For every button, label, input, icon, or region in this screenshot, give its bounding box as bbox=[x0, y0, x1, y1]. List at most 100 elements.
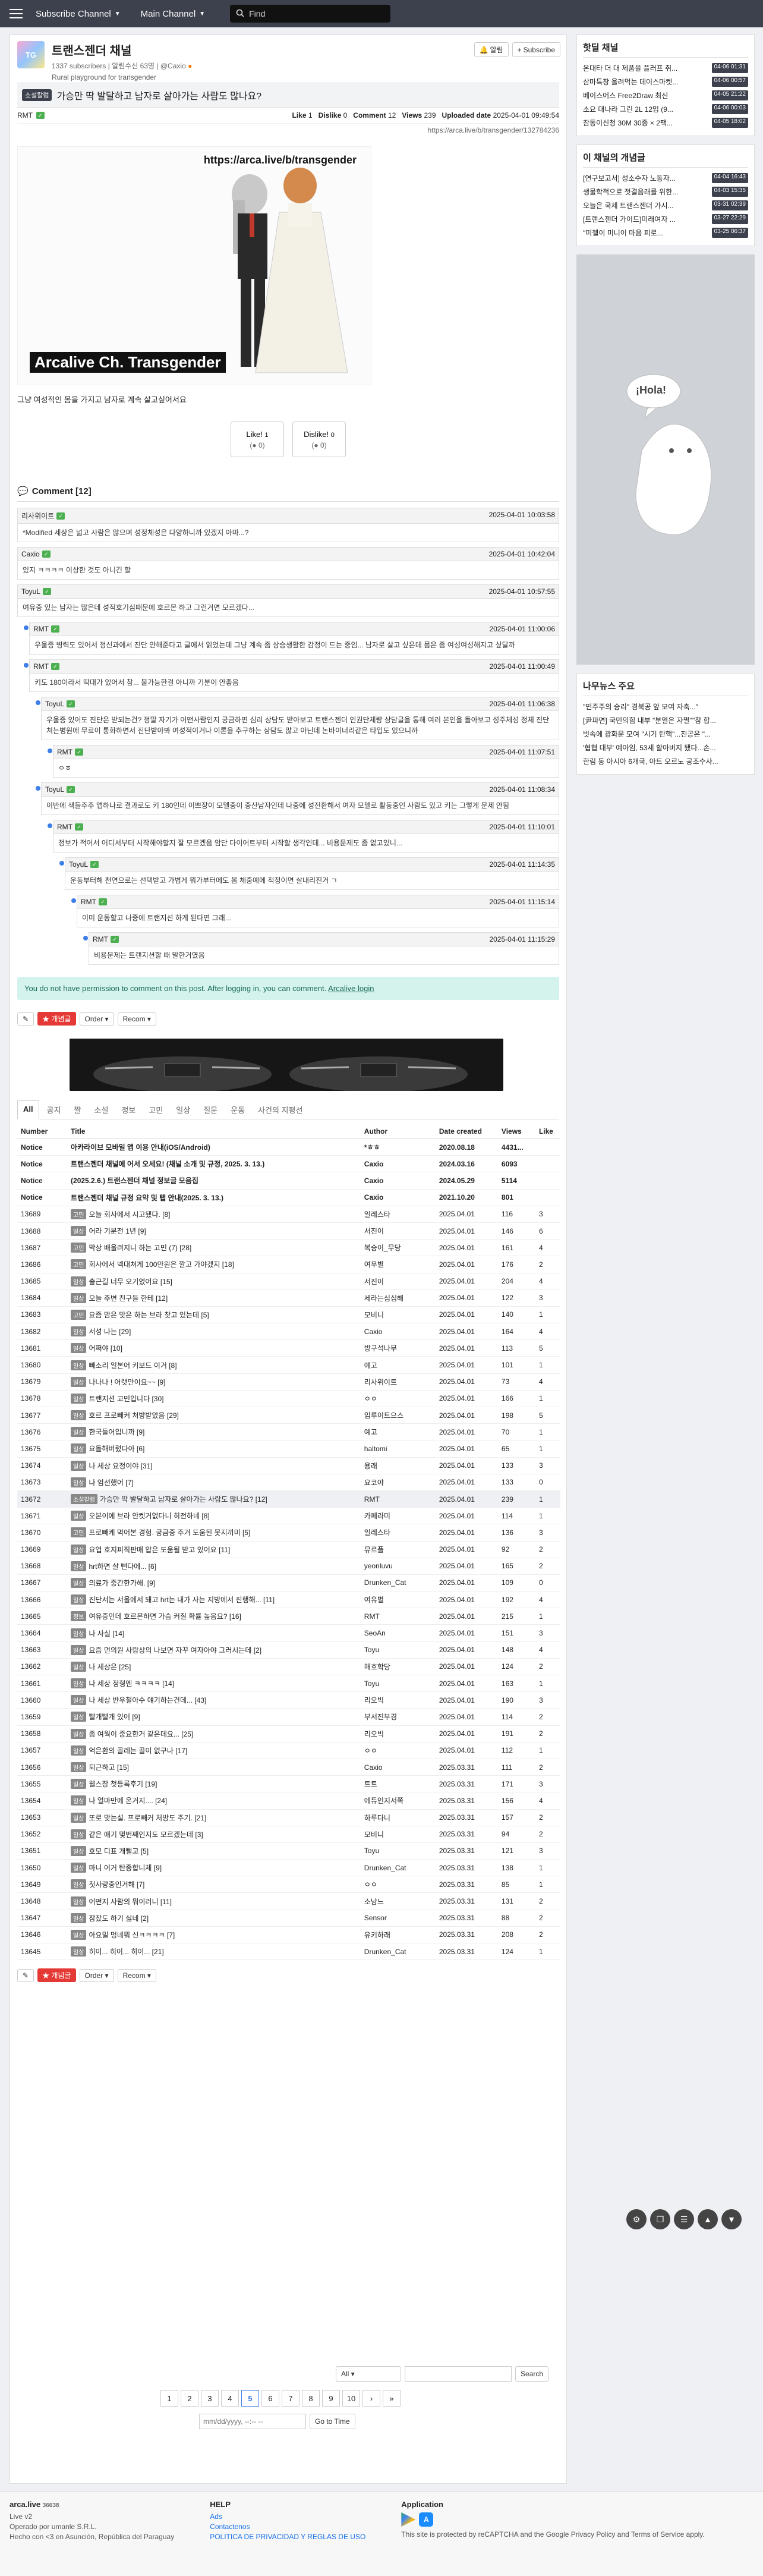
notify-button[interactable]: 🔔 알림 bbox=[474, 42, 509, 57]
like-button[interactable]: Like! 1 (● 0) bbox=[231, 422, 284, 457]
row-category[interactable]: 정보 bbox=[71, 1611, 87, 1622]
tab-2[interactable]: 짤 bbox=[69, 1100, 87, 1119]
row-category[interactable]: 일상 bbox=[71, 1326, 87, 1337]
row-category[interactable]: 일상 bbox=[71, 1360, 87, 1370]
row-title[interactable]: 같은 애기 몇번째인지도 모르겠는데 [3] bbox=[89, 1830, 203, 1839]
row-title[interactable]: 나 엄선했어 [7] bbox=[89, 1479, 133, 1487]
row-category[interactable]: 일상 bbox=[71, 1276, 87, 1287]
row-title[interactable]: 나 얼마만에 온거지.... [24] bbox=[89, 1797, 167, 1805]
order-select[interactable]: Order ▾ bbox=[79, 1012, 114, 1026]
table-row[interactable]: 13676 일상 한국들어입니까 [9] 예고 2025.04.01 70 1 bbox=[17, 1423, 560, 1441]
list-item[interactable]: 베이스어스 Free2Draw 최신 04-05 21:22 bbox=[583, 89, 748, 102]
row-category[interactable]: 일상 bbox=[71, 1913, 87, 1923]
list-icon[interactable]: ☰ bbox=[674, 2209, 694, 2229]
row-category[interactable]: 일상 bbox=[71, 1460, 87, 1471]
row-category[interactable]: 일상 bbox=[71, 1896, 87, 1907]
table-row[interactable]: 13666 일상 진단서는 서울에서 돼고 hrt는 내가 사는 지방에서 진행해.… bbox=[17, 1591, 560, 1609]
list-item[interactable]: 참동이신청 30M 30종 × 2팩... 04-05 18:02 bbox=[583, 116, 748, 130]
row-title[interactable]: 회사에서 넥대쳐게 100만원은 깔고 가야겠지 [18] bbox=[89, 1260, 234, 1269]
row-title[interactable]: 퇴근하고 [15] bbox=[89, 1763, 129, 1772]
row-category[interactable]: 일상 bbox=[71, 1644, 87, 1655]
tab-5[interactable]: 고민 bbox=[143, 1100, 168, 1119]
row-title[interactable]: 오본이에 브라 안켓거없다니 히전하네 [8] bbox=[89, 1512, 209, 1520]
row-title[interactable]: 호르 프로빼커 처방받았음 [29] bbox=[89, 1411, 178, 1420]
row-category[interactable]: 일상 bbox=[71, 1845, 87, 1856]
table-row[interactable]: 13658 일상 좀 여웍이 중요한거 같은데요... [25] 리오빅 2025.04… bbox=[17, 1725, 560, 1743]
table-row[interactable]: 13683 고민 요즘 맘은 맞은 하는 브라 찾고 있는데 [5] 모비니 2025.… bbox=[17, 1306, 560, 1324]
table-row[interactable]: Notice 아카라이브 모바일 앱 이용 안내(iOS/Android) *ㅎㅎ 2… bbox=[17, 1138, 560, 1156]
table-row[interactable]: 13660 일상 나 세상 반우철아수 얘기하는건데... [43] 리오빅 2025.… bbox=[17, 1691, 560, 1709]
row-category[interactable]: 일상 bbox=[71, 1427, 87, 1438]
tab-1[interactable]: 공지 bbox=[42, 1100, 67, 1119]
row-category[interactable]: 고민 bbox=[71, 1309, 87, 1320]
page-9[interactable]: 9 bbox=[322, 2390, 340, 2407]
table-row[interactable]: 13674 일상 나 세상 요정이야 [31] 용래 2025.04.01 133 3 bbox=[17, 1457, 560, 1474]
row-category[interactable]: 고민 bbox=[71, 1209, 87, 1219]
row-title[interactable]: 또로 맞는설. 프로빼커 처방도 주기. [21] bbox=[89, 1814, 206, 1822]
post-author[interactable]: RMT bbox=[17, 111, 33, 119]
list-item[interactable]: 오늘은 국제 트랜스젠더 가시... 03-31 02:39 bbox=[583, 199, 748, 212]
recom-select-bottom[interactable]: Recom ▾ bbox=[117, 1968, 156, 1982]
row-category[interactable]: 일상 bbox=[71, 1292, 87, 1303]
row-title[interactable]: 서성 나는 [29] bbox=[89, 1328, 131, 1336]
row-title[interactable]: 요돌해버렸다아 [6] bbox=[89, 1445, 144, 1453]
row-category[interactable]: 일상 bbox=[71, 1443, 87, 1454]
table-row[interactable]: 13678 일상 트랜지션 고민입니다 [30] ㅇㅇ 2025.04.01 166 1 bbox=[17, 1390, 560, 1408]
list-item[interactable]: 온대타 더 대 제품을 플러프 취... 04-06 01:31 bbox=[583, 61, 748, 75]
dislike-button[interactable]: Dislike! 0 (● 0) bbox=[292, 422, 346, 457]
row-title[interactable]: 오늘 회사에서 시고됐다. [8] bbox=[89, 1210, 170, 1219]
arrow-down-icon[interactable]: ▼ bbox=[721, 2209, 742, 2229]
table-row[interactable]: 13675 일상 요돌해버렸다아 [6] haltomi 2025.04.01 65 1 bbox=[17, 1440, 560, 1458]
table-row[interactable]: 13668 일상 hrt하면 살 뻔다에... [6] yeonluvu 2025.04… bbox=[17, 1558, 560, 1575]
table-row[interactable]: Notice 트랜스젠더 채널에 어서 오세요! (채널 소개 및 규정, 202… bbox=[17, 1155, 560, 1173]
table-row[interactable]: 13685 일상 출근길 너무 오기였어요 [15] 서진이 2025.04.01 204… bbox=[17, 1273, 560, 1290]
copy-icon[interactable]: ❐ bbox=[650, 2209, 670, 2229]
page-10[interactable]: 10 bbox=[342, 2390, 360, 2407]
post-url[interactable]: https://arca.live/b/transgender/13278423… bbox=[17, 124, 559, 137]
row-category[interactable]: 일상 bbox=[71, 1946, 87, 1957]
best-button-bottom[interactable]: ★ 개념글 bbox=[37, 1968, 76, 1983]
arrow-up-icon[interactable]: ▲ bbox=[698, 2209, 718, 2229]
list-item[interactable]: 빗속에 광화문 모여 "시기 탄핵"...진공은 "... bbox=[583, 727, 748, 741]
comment-author[interactable]: RMT bbox=[81, 898, 96, 906]
table-row[interactable]: 13688 일상 어라 기분전 1년 [9] 서진이 2025.04.01 146 6 bbox=[17, 1222, 560, 1240]
row-title[interactable]: 진단서는 서울에서 돼고 hrt는 내가 사는 지방에서 진행해... [11] bbox=[89, 1596, 275, 1604]
tab-9[interactable]: 사건의 지평선 bbox=[253, 1100, 308, 1119]
tab-6[interactable]: 일상 bbox=[171, 1100, 196, 1119]
table-row[interactable]: 13661 일상 나 세상 정형엔 ㅋㅋㅋㅋ [14] Toyu 2025.04.01 1… bbox=[17, 1675, 560, 1693]
table-row[interactable]: 13686 고민 회사에서 넥대쳐게 100만원은 깔고 가야겠지 [18] 여우별 2… bbox=[17, 1256, 560, 1273]
comment-author[interactable]: ToyuL bbox=[21, 587, 40, 596]
subscribe-button[interactable]: + Subscribe bbox=[512, 42, 560, 57]
row-title[interactable]: 아요밀 멍네뭐 신ㅋㅋㅋㅋ [7] bbox=[89, 1931, 175, 1939]
row-category[interactable]: 일상 bbox=[71, 1762, 87, 1773]
tab-3[interactable]: 소설 bbox=[89, 1100, 114, 1119]
google-play-icon[interactable] bbox=[401, 2512, 416, 2527]
comment-author[interactable]: RMT bbox=[93, 935, 108, 943]
row-title[interactable]: 프로빼케 먹어본 경험. 궁금증 주거 도움된 못지끼미 [5] bbox=[89, 1528, 250, 1537]
row-category[interactable]: 일상 bbox=[71, 1678, 87, 1689]
subscribe-channel-menu[interactable]: Subscribe Channel ▼ bbox=[29, 9, 128, 19]
settings-icon[interactable]: ⚙ bbox=[626, 2209, 647, 2229]
table-row[interactable]: Notice (2025.2.6.) 트랜스젠더 채널 정보글 모음집 Caxio 2… bbox=[17, 1172, 560, 1190]
row-title[interactable]: 트랜스젠더 채널 규정 요약 및 탭 안내(2025. 3. 13.) bbox=[71, 1194, 223, 1202]
write-button-bottom[interactable]: ✎ bbox=[17, 1968, 34, 1982]
row-category[interactable]: 일상 bbox=[71, 1929, 87, 1940]
post-category[interactable]: 소설칼럼 bbox=[22, 89, 52, 101]
page-4[interactable]: 4 bbox=[221, 2390, 239, 2407]
board-search-button[interactable]: Search bbox=[515, 2366, 549, 2382]
row-title[interactable]: 나 세상 요정이야 [31] bbox=[89, 1462, 152, 1470]
list-item[interactable]: 생물학적으로 젓결음래를 위한... 04-03 15:35 bbox=[583, 185, 748, 199]
table-row[interactable]: 13662 일상 나 세상은 [25] 해호학당 2025.04.01 124 2 bbox=[17, 1658, 560, 1676]
table-row[interactable]: 13647 일상 잠잤도 하기 싫네 [2] Sensor 2025.03.31 88 2 bbox=[17, 1910, 560, 1927]
footer-privacy-link[interactable]: POLITICA DE PRIVACIDAD Y REGLAS DE USO bbox=[210, 2533, 365, 2541]
page-1[interactable]: 1 bbox=[160, 2390, 178, 2407]
row-title[interactable]: 어라 기분전 1년 [9] bbox=[89, 1227, 146, 1235]
comment-author[interactable]: Caxio bbox=[21, 550, 40, 558]
row-category[interactable]: 소설칼럼 bbox=[71, 1494, 97, 1505]
table-row[interactable]: Notice 트랜스젠더 채널 규정 요약 및 탭 안내(2025. 3. 13.… bbox=[17, 1189, 560, 1206]
ad-banner[interactable] bbox=[70, 1039, 503, 1091]
footer-brand-name[interactable]: arca.live bbox=[10, 2500, 40, 2509]
order-select-bottom[interactable]: Order ▾ bbox=[79, 1968, 114, 1982]
row-title[interactable]: hrt하면 살 뻔다에... [6] bbox=[89, 1562, 156, 1571]
row-title[interactable]: 나 세상 반우철아수 얘기하는건데... [43] bbox=[89, 1696, 206, 1704]
